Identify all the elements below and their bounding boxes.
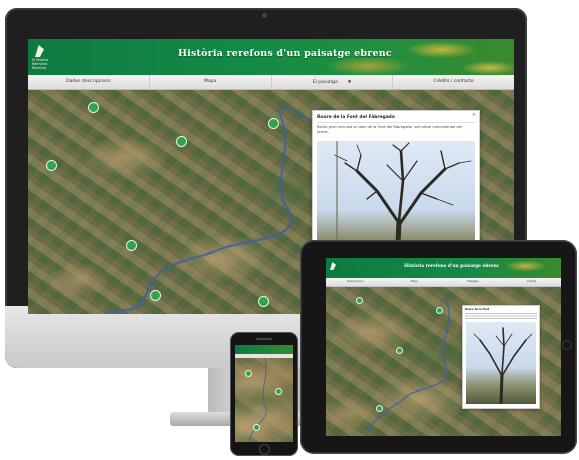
site-banner: Història rerefons d'un paisatge ebrenc bbox=[326, 258, 561, 278]
map-marker-icon[interactable] bbox=[436, 307, 443, 314]
nav-item-label: Dades descripcions bbox=[66, 79, 111, 84]
popup-title: Roure de la Font bbox=[465, 308, 490, 311]
map-marker-icon[interactable] bbox=[356, 297, 363, 304]
phone-speaker bbox=[256, 338, 272, 340]
phone-screen bbox=[235, 345, 293, 442]
marker-popup: Roure de la Font bbox=[462, 305, 540, 409]
home-button-icon bbox=[562, 340, 572, 350]
tablet-device: Història rerefons d'un paisatge ebrenc D… bbox=[300, 240, 577, 454]
leaf-logo-icon[interactable] bbox=[330, 262, 336, 270]
chevron-down-icon: ▼ bbox=[348, 79, 352, 84]
map-marker-icon[interactable] bbox=[275, 388, 282, 395]
map-marker-icon[interactable] bbox=[176, 136, 187, 147]
site-title: Història rerefons d'un paisatge ebrenc bbox=[404, 264, 500, 269]
nav-item-landscape[interactable]: Paisatge bbox=[444, 278, 503, 286]
map-marker-icon[interactable] bbox=[126, 240, 137, 251]
nav-item-label: Mapa bbox=[203, 79, 217, 84]
main-nav: Descripcions Mapa Paisatge Crèdits bbox=[326, 278, 561, 287]
map-marker-icon[interactable] bbox=[268, 118, 279, 129]
nav-item-descriptions[interactable]: Descripcions bbox=[326, 278, 385, 286]
nav-item-map[interactable]: Mapa bbox=[385, 278, 444, 286]
map-marker-icon[interactable] bbox=[258, 296, 269, 307]
popup-title: Roure de la Font del Fàbregada bbox=[317, 115, 395, 120]
site-title: Història rerefons d'un paisatge ebrenc bbox=[178, 48, 392, 59]
nav-item-landscape[interactable]: El paisatge ▼ bbox=[272, 75, 394, 89]
logo-text: El Moleta Memòria Recerca bbox=[32, 58, 49, 70]
site-banner bbox=[235, 345, 293, 354]
tablet-screen: Història rerefons d'un paisatge ebrenc D… bbox=[326, 258, 561, 436]
map-marker-icon[interactable] bbox=[253, 424, 260, 431]
satellite-map[interactable]: Roure de la Font bbox=[326, 287, 561, 436]
camera-dot bbox=[262, 13, 267, 18]
nav-item-credits[interactable]: Crèdits bbox=[502, 278, 561, 286]
map-marker-icon[interactable] bbox=[245, 370, 252, 377]
popup-description bbox=[465, 313, 537, 319]
nav-item-label: El paisatge bbox=[312, 80, 339, 85]
nav-item-label: Crèdits i contacte bbox=[433, 79, 474, 84]
map-marker-icon[interactable] bbox=[376, 405, 383, 412]
home-button-icon bbox=[259, 444, 270, 455]
close-icon[interactable]: × bbox=[472, 112, 476, 118]
site-banner: El Moleta Memòria Recerca Història reref… bbox=[28, 39, 514, 75]
popup-divider bbox=[317, 122, 475, 123]
satellite-map[interactable] bbox=[235, 358, 293, 442]
main-nav: Dades descripcions Mapa El paisatge ▼ Crè… bbox=[28, 75, 514, 90]
tree-photo bbox=[466, 322, 536, 404]
nav-item-credits[interactable]: Crèdits i contacte bbox=[393, 75, 514, 89]
map-marker-icon[interactable] bbox=[150, 290, 161, 301]
river-path bbox=[248, 358, 267, 442]
leaf-logo-icon bbox=[35, 45, 44, 57]
nav-item-descriptions[interactable]: Dades descripcions bbox=[28, 75, 150, 89]
bare-tree-illustration bbox=[473, 327, 533, 404]
nav-item-map[interactable]: Mapa bbox=[150, 75, 272, 89]
map-marker-icon[interactable] bbox=[88, 102, 99, 113]
map-marker-icon[interactable] bbox=[396, 347, 403, 354]
map-marker-icon[interactable] bbox=[46, 160, 57, 171]
site-logo[interactable]: El Moleta Memòria Recerca bbox=[32, 44, 64, 70]
phone-device bbox=[230, 332, 298, 456]
popup-description: Roure gran vinculat al camí de la Font d… bbox=[317, 125, 462, 134]
